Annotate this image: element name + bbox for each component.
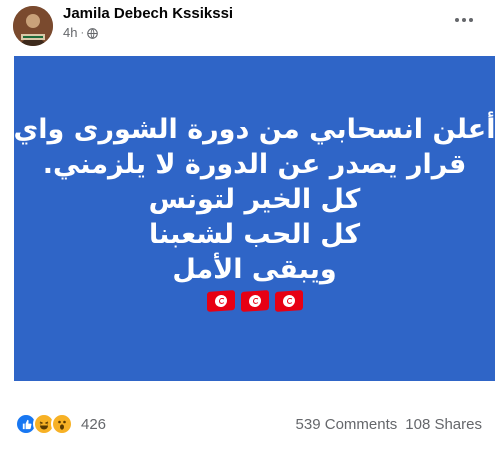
tunisia-flag-icon [206, 290, 235, 312]
wow-icon [51, 413, 73, 435]
card-line: أعلن انسحابي من دورة الشورى واي [13, 114, 495, 145]
engagement-stats: 539 Comments 108 Shares [296, 416, 482, 433]
card-line: قرار يصدر عن الدورة لا يلزمني. [42, 149, 467, 180]
author-avatar[interactable] [13, 6, 53, 46]
text-post-card[interactable]: أعلن انسحابي من دورة الشورى واي قرار يصد… [14, 56, 495, 381]
author-name[interactable]: Jamila Debech Kssikssi [63, 5, 233, 22]
card-line: كل الخير لتونس [148, 184, 361, 215]
card-line: كل الحب لشعبنا [148, 219, 361, 250]
flags-row [206, 290, 303, 312]
card-line: ويبقى الأمل [172, 254, 337, 285]
card-text: أعلن انسحابي من دورة الشورى واي قرار يصد… [14, 112, 495, 287]
globe-icon[interactable] [87, 27, 98, 39]
comments-count[interactable]: 539 Comments [296, 416, 398, 433]
tunisia-flag-icon [240, 290, 269, 312]
reactions-summary[interactable]: 426 [15, 413, 106, 435]
post-meta: 4h · [63, 25, 98, 40]
more-options-icon[interactable] [451, 10, 477, 30]
reaction-count: 426 [81, 415, 107, 433]
tunisia-flag-icon [274, 290, 303, 312]
meta-separator: · [80, 26, 85, 39]
facebook-post: Jamila Debech Kssikssi 4h · أعلن انسحابي… [0, 0, 495, 449]
shares-count[interactable]: 108 Shares [405, 416, 482, 433]
post-time[interactable]: 4h [63, 25, 77, 40]
